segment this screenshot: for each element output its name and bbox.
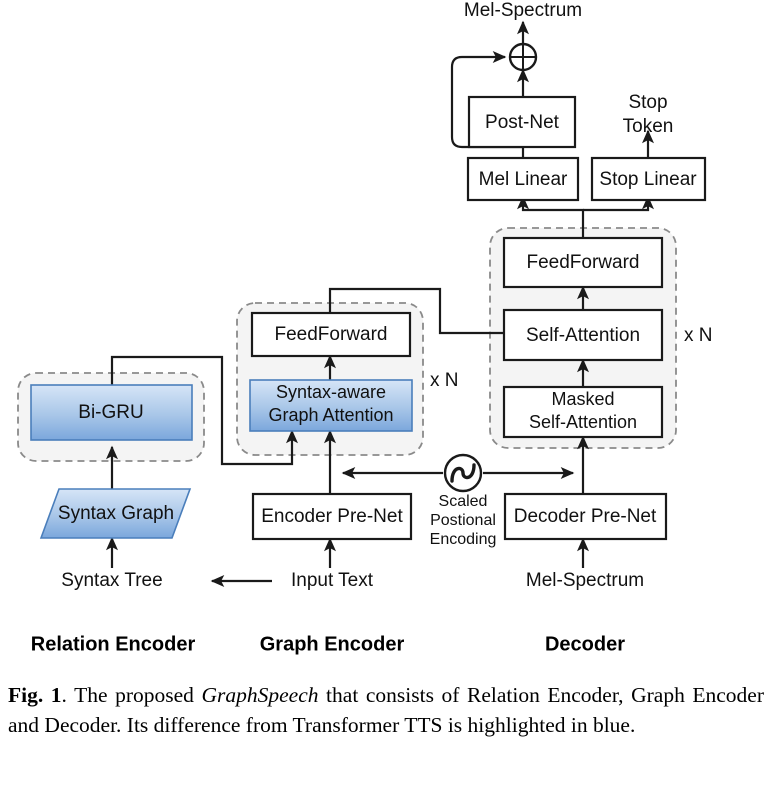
- bi-gru-label: Bi-GRU: [78, 402, 143, 423]
- postnet-label: Post-Net: [485, 112, 560, 133]
- graph-feedforward-label: FeedForward: [275, 324, 388, 345]
- stop-linear-label: Stop Linear: [599, 169, 697, 190]
- graph-encoder-repeat-label: x N: [430, 370, 459, 391]
- caption-emphasis: GraphSpeech: [201, 683, 319, 707]
- syntax-attention-label-line2: Graph Attention: [268, 405, 393, 425]
- figure-diagram: Post-Net Mel Linear Stop Linear FeedForw…: [0, 0, 773, 668]
- syntax-tree-label: Syntax Tree: [61, 570, 162, 591]
- stop-token-label-line2: Token: [623, 116, 674, 137]
- stop-token-label-line1: Stop: [628, 92, 667, 113]
- figure-caption: Fig. 1. The proposed GraphSpeech that co…: [8, 680, 764, 740]
- syntax-attention-label-line1: Syntax-aware: [276, 382, 386, 402]
- relation-encoder-group-label: Relation Encoder: [31, 633, 196, 655]
- posenc-label-line1: Scaled: [439, 493, 488, 510]
- mel-spectrum-output-label: Mel-Spectrum: [464, 0, 582, 21]
- self-attention-label: Self-Attention: [526, 325, 640, 346]
- encoder-prenet-label: Encoder Pre-Net: [261, 506, 403, 527]
- caption-figure-number: Fig. 1: [8, 683, 62, 707]
- decoder-feedforward-label: FeedForward: [527, 252, 640, 273]
- masked-self-attention-label-line2: Self-Attention: [529, 412, 637, 432]
- decoder-repeat-label: x N: [684, 325, 713, 346]
- posenc-label-line2: Postional: [430, 512, 496, 529]
- mel-spectrum-input-label: Mel-Spectrum: [526, 570, 644, 591]
- decoder-prenet-label: Decoder Pre-Net: [514, 506, 657, 527]
- input-text-label: Input Text: [291, 570, 374, 591]
- caption-text-part1: . The proposed: [61, 683, 202, 707]
- graph-encoder-group-label: Graph Encoder: [260, 633, 405, 655]
- posenc-label-line3: Encoding: [430, 531, 497, 548]
- mel-linear-label: Mel Linear: [479, 169, 568, 190]
- masked-self-attention-label-line1: Masked: [551, 389, 614, 409]
- syntax-graph-label: Syntax Graph: [58, 503, 174, 524]
- decoder-group-label: Decoder: [545, 633, 625, 655]
